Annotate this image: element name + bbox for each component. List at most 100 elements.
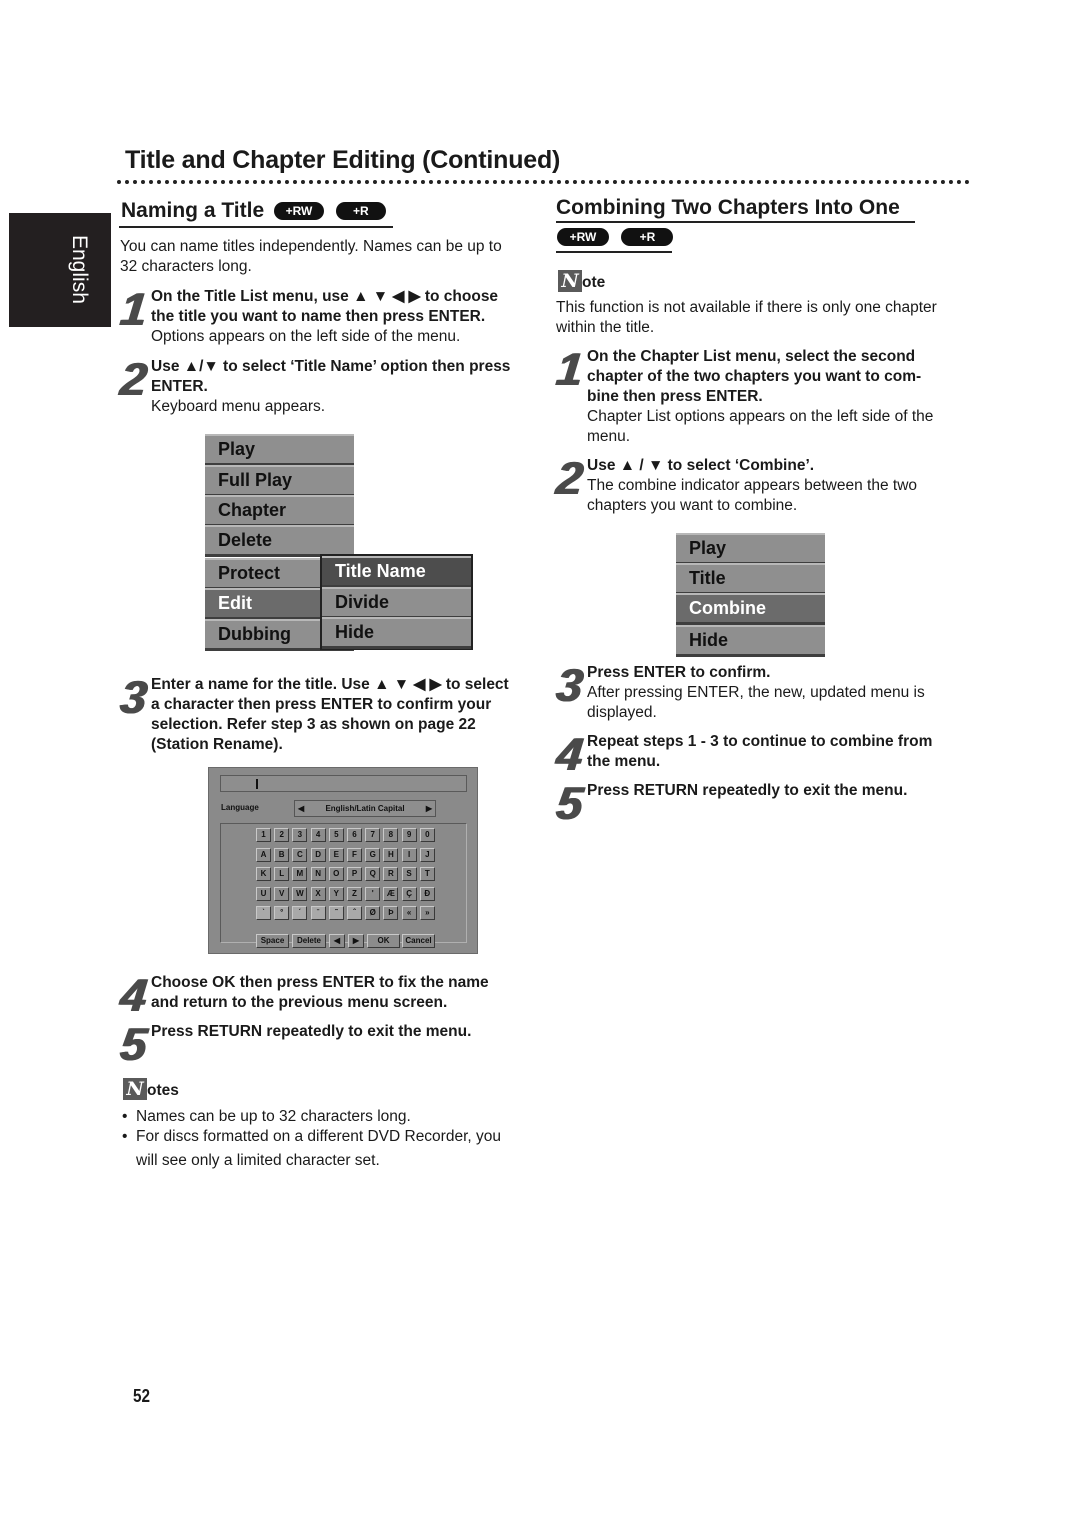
key-1-4[interactable]: E [328,847,344,862]
key-4-3[interactable]: ˉ [310,906,326,920]
cancel-key[interactable]: Cancel [402,934,435,948]
key-0-4[interactable]: 5 [328,828,344,842]
step-description: Options appears on the left side of the … [151,328,461,345]
submenu-item-divide[interactable]: Divide [322,587,471,619]
format-badges: +RW +R [557,228,674,246]
character-grid: 1 2 3 4 5 6 7 8 9 0 A B C D E F G H I J K L M N O P Q R S T U V W X Y Z ' Æ Ç Ð… [220,823,467,943]
intro-paragraph: You can name titles independently. Names… [120,237,502,277]
key-2-4[interactable]: O [328,867,344,881]
language-selector[interactable]: ◀ English/Latin Capital ▶ [294,800,436,817]
key-1-0[interactable]: A [256,847,271,862]
key-3-6[interactable]: ' [365,886,381,901]
cursor-right-key[interactable]: ▶ [348,934,364,948]
key-3-2[interactable]: W [292,886,308,901]
language-tab: English [9,213,111,327]
step-description: menu. [587,428,631,445]
key-0-6[interactable]: 7 [365,828,381,842]
key-2-9[interactable]: T [419,867,435,881]
key-3-1[interactable]: V [274,886,290,901]
language-value: English/Latin Capital [325,804,405,813]
arrow-left-icon[interactable]: ◀ [298,801,304,816]
key-4-5[interactable]: ˆ [347,906,362,920]
menu-item-delete[interactable]: Delete [205,525,354,557]
badge-plus-r: +R [621,228,674,246]
key-2-5[interactable]: P [347,867,362,881]
step-description: Chapter List options appears on the left… [587,408,934,425]
delete-key[interactable]: Delete [292,934,326,948]
key-4-1[interactable]: ° [274,906,290,920]
menu-item-chapter[interactable]: Chapter [205,495,354,527]
step-instruction: Enter a name for the title. Use ▲ ▼ ◀ ▶ … [151,676,509,693]
cursor-left-key[interactable]: ◀ [329,934,345,948]
key-3-5[interactable]: Z [347,886,362,901]
key-1-1[interactable]: B [274,847,290,862]
key-3-7[interactable]: Æ [383,886,399,901]
page-number: 52 [133,1386,151,1406]
key-4-6[interactable]: Ø [365,906,381,920]
key-2-2[interactable]: M [292,867,308,881]
key-0-7[interactable]: 8 [383,828,399,842]
step-instruction: a character then press ENTER to confirm … [151,696,492,713]
key-4-8[interactable]: « [401,906,417,920]
key-2-1[interactable]: L [274,867,290,881]
key-2-3[interactable]: N [310,867,326,881]
menu-item-combine[interactable]: Combine [676,593,825,625]
menu-item-play[interactable]: Play [205,434,354,466]
key-0-5[interactable]: 6 [347,828,362,842]
submenu-item-title-name[interactable]: Title Name [322,556,471,588]
key-1-2[interactable]: C [292,847,308,862]
submenu-item-hide[interactable]: Hide [322,617,471,649]
step-description: chapters you want to combine. [587,497,798,514]
key-0-3[interactable]: 4 [310,828,326,842]
badge-plus-r: +R [335,202,386,221]
key-3-8[interactable]: Ç [401,886,417,901]
title-name-input[interactable] [220,775,467,792]
ok-key[interactable]: OK [367,934,400,948]
step-number: 4 [117,969,147,1021]
key-0-1[interactable]: 2 [274,828,290,842]
menu-item-play[interactable]: Play [676,533,825,565]
key-1-8[interactable]: I [401,847,417,862]
step-instruction: bine then press ENTER. [587,388,763,405]
menu-item-full-play[interactable]: Full Play [205,465,354,497]
section-underline [556,221,915,223]
space-key[interactable]: Space [256,934,289,948]
key-0-2[interactable]: 3 [292,828,308,842]
key-3-4[interactable]: Y [328,886,344,901]
key-1-3[interactable]: D [310,847,326,862]
key-2-8[interactable]: S [401,867,417,881]
key-4-4[interactable]: ˜ [328,906,344,920]
menu-item-title[interactable]: Title [676,563,825,595]
note-label: ote [582,274,606,291]
key-0-9[interactable]: 0 [419,828,435,842]
note-line: within the title. [556,319,655,336]
key-1-6[interactable]: G [365,847,381,862]
section-heading-naming-title: Naming a Title +RW +R [121,199,386,223]
step-instruction: Repeat steps 1 - 3 to continue to combin… [587,733,933,750]
key-2-6[interactable]: Q [365,867,381,881]
key-0-0[interactable]: 1 [256,828,271,842]
menu-item-hide[interactable]: Hide [676,625,825,657]
page-title: Title and Chapter Editing (Continued) [125,146,561,174]
key-3-3[interactable]: X [310,886,326,901]
step-description: Keyboard menu appears. [151,398,326,415]
key-4-0[interactable]: ˋ [256,906,271,920]
key-1-9[interactable]: J [419,847,435,862]
note-text: Names can be up to 32 characters long. [136,1108,411,1125]
key-4-9[interactable]: » [419,906,435,920]
key-1-7[interactable]: H [383,847,399,862]
badge-plus-rw: +RW [274,202,324,221]
key-3-0[interactable]: U [256,886,271,901]
step-description: After pressing ENTER, the new, updated m… [587,684,925,701]
arrow-right-icon[interactable]: ▶ [426,801,432,816]
key-4-2[interactable]: ˊ [292,906,308,920]
key-3-9[interactable]: Ð [419,886,435,901]
chapter-options-menu: Play Title Combine Hide [676,533,826,657]
key-1-5[interactable]: F [347,847,362,862]
key-2-7[interactable]: R [383,867,399,881]
key-4-7[interactable]: Þ [383,906,399,920]
key-0-8[interactable]: 9 [401,828,417,842]
key-2-0[interactable]: K [256,867,271,881]
step-instruction: Use ▲ / ▼ to select ‘Combine’. [587,457,815,474]
step-instruction: selection. Refer step 3 as shown on page… [151,716,476,733]
